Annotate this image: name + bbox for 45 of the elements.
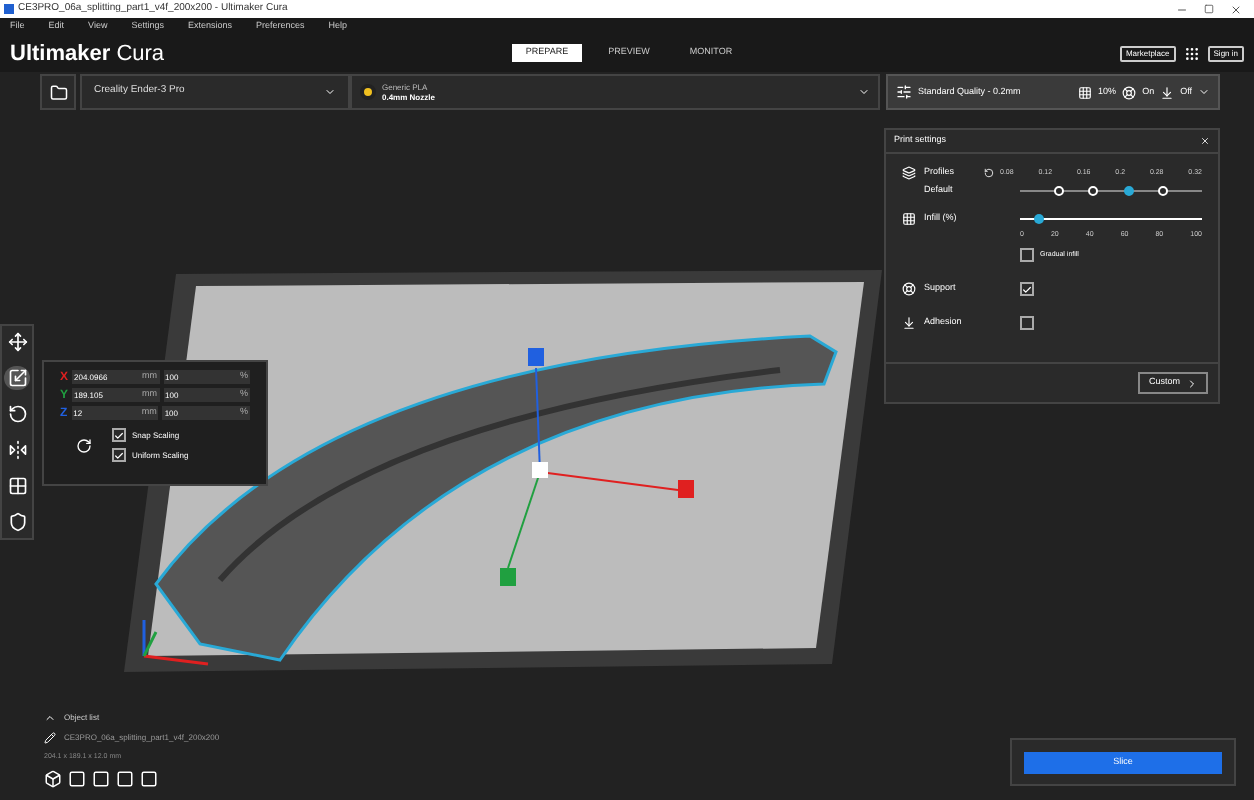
chevron-down-icon: [858, 86, 870, 98]
infill-slider-thumb[interactable]: [1033, 213, 1044, 224]
gradual-infill-checkbox[interactable]: [1020, 248, 1034, 262]
adhesion-checkbox[interactable]: [1020, 316, 1034, 330]
tool-button[interactable]: [4, 402, 30, 426]
slider-stop[interactable]: [1123, 185, 1134, 196]
adhesion-icon: [1160, 85, 1175, 99]
open-file-button[interactable]: [40, 74, 76, 110]
sliders-icon: [896, 84, 912, 100]
snap-scaling-checkbox[interactable]: [112, 428, 126, 442]
grid-icon: [7, 476, 27, 496]
tool-button[interactable]: [4, 438, 30, 462]
uniform-scaling-checkbox[interactable]: [112, 448, 126, 462]
support-icon: [902, 282, 916, 296]
material-spool-icon: [360, 84, 376, 100]
support-icon: [1122, 85, 1137, 99]
chevron-up-icon[interactable]: [44, 712, 56, 724]
chevron-down-icon: [324, 86, 336, 98]
scale-icon: [7, 368, 27, 388]
reset-icon[interactable]: [984, 168, 994, 178]
axis-drawing: [142, 620, 209, 666]
pencil-icon[interactable]: [44, 732, 56, 744]
apps-grid-icon[interactable]: [1183, 46, 1200, 62]
layers-icon: [902, 166, 916, 180]
folder-icon: [49, 83, 67, 101]
app-logo: Ultimaker Cura: [10, 43, 165, 65]
tool-button[interactable]: [4, 330, 30, 354]
close-icon[interactable]: [1230, 3, 1242, 15]
shield-icon: [7, 512, 27, 532]
infill-icon: [1078, 85, 1093, 99]
tool-button[interactable]: [4, 474, 30, 498]
support-checkbox[interactable]: [1020, 282, 1034, 296]
chevron-down-icon: [1198, 86, 1210, 98]
cube-icon[interactable]: [44, 770, 62, 789]
tool-button[interactable]: [4, 366, 30, 390]
infill-icon: [902, 211, 916, 226]
rotate-icon: [7, 404, 27, 424]
reset-icon[interactable]: [76, 437, 92, 453]
chevron-right-icon: [1186, 377, 1198, 389]
adhesion-icon: [902, 316, 916, 330]
mirror-icon: [7, 440, 27, 460]
layer-height-slider[interactable]: [1020, 184, 1202, 197]
move-icon: [7, 332, 27, 352]
maximize-icon[interactable]: [1204, 4, 1214, 14]
app-icon: [4, 4, 14, 14]
